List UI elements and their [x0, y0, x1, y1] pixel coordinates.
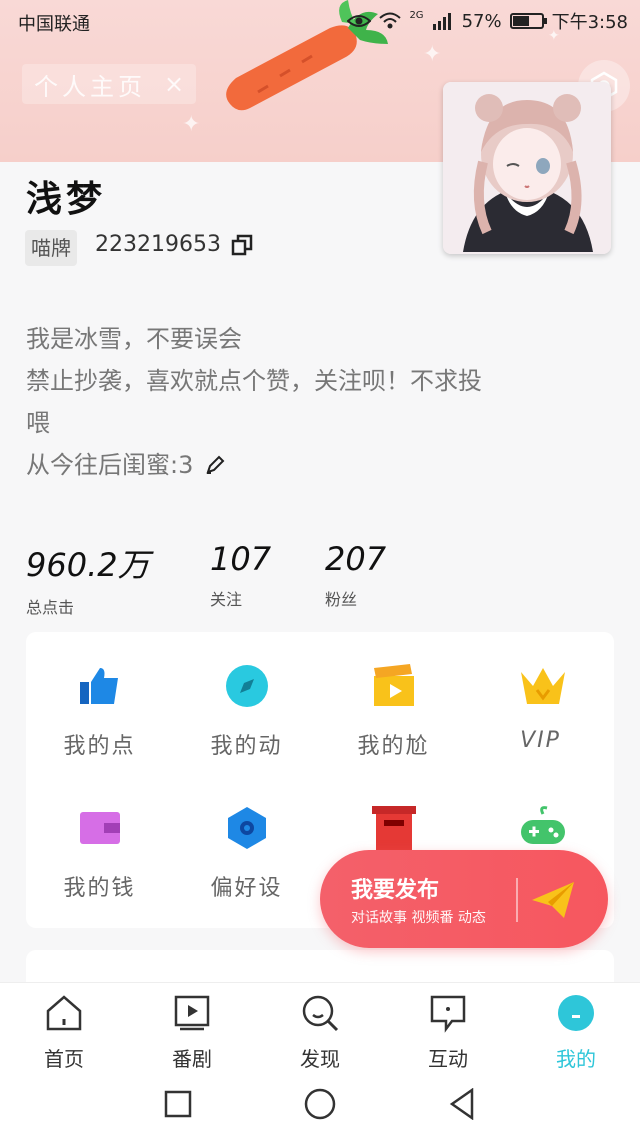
stat-value: 207 [325, 540, 387, 578]
publish-title: 我要发布 [351, 878, 440, 903]
publish-button[interactable]: 我要发布 对话故事 视频番 动态 [320, 850, 608, 948]
sparkle-icon: ✦ [423, 42, 442, 67]
home-icon [46, 995, 82, 1031]
stat-label: 粉丝 [325, 590, 358, 609]
tool-label: 我的动 [210, 734, 283, 759]
bio-line: 喂 [26, 409, 50, 437]
stat-followers[interactable]: 207 粉丝 [325, 540, 386, 610]
tool-preferences[interactable]: 偏好设 [173, 774, 320, 904]
tool-my-wallet[interactable]: 我的钱 [26, 774, 173, 904]
gamepad-icon [519, 806, 565, 850]
system-nav-bar [0, 1070, 640, 1138]
stat-value: 960.2万 [26, 546, 150, 584]
tab-label: 我的 [556, 1047, 596, 1071]
stat-label: 关注 [210, 590, 243, 609]
tool-label: 我的钱 [63, 876, 136, 901]
mailbox-icon [371, 806, 416, 850]
page-title-chip[interactable]: 个人主页 × [22, 64, 197, 104]
thumbs-up-icon [78, 664, 122, 708]
eye-icon [347, 15, 372, 27]
bio-line-text: 从今往后闺蜜:3 [26, 451, 194, 479]
hexagon-settings-icon [225, 806, 269, 850]
badge-label: 喵牌 [25, 230, 77, 266]
battery-icon [509, 13, 547, 29]
tool-my-likes[interactable]: 我的点 [26, 632, 173, 762]
stat-value: 107 [210, 540, 272, 578]
wallet-icon [78, 806, 122, 850]
bio-line: 禁止抄袭，喜欢就点个赞，关注呗！不求投 [26, 367, 482, 395]
tab-label: 首页 [44, 1047, 84, 1071]
edit-icon[interactable] [205, 455, 225, 475]
paper-plane-icon [532, 882, 574, 918]
wifi-icon [379, 12, 402, 29]
close-icon[interactable]: × [164, 70, 184, 98]
tab-interact[interactable]: 互动 [398, 993, 498, 1072]
stats-row: 960.2万 总点击 107 关注 207 粉丝 [26, 540, 586, 620]
page-title: 个人主页 [34, 72, 146, 101]
sparkle-icon: ✦ [182, 112, 201, 137]
signal-icon [432, 13, 451, 30]
tab-mine[interactable]: 我的 [526, 993, 626, 1072]
bio-line: 我是冰雪，不要误会 [26, 325, 242, 353]
tab-discover[interactable]: 发现 [270, 993, 370, 1072]
tab-home[interactable]: 首页 [14, 993, 114, 1072]
carrier-name: 中国联通 [18, 14, 90, 35]
status-bar: 中国联通 2G 57% 下午3:58 [0, 0, 640, 44]
tool-my-videos[interactable]: 我的尬 [320, 632, 467, 762]
play-screen-icon [174, 995, 210, 1031]
bio-line: 从今往后闺蜜:3 [26, 444, 616, 486]
network-type: 2G [409, 9, 424, 21]
message-icon [430, 995, 466, 1033]
crown-icon [519, 664, 565, 708]
divider [516, 878, 518, 922]
tab-label: 互动 [428, 1047, 468, 1071]
tab-anime[interactable]: 番剧 [142, 993, 242, 1072]
bottom-tab-bar: 首页 番剧 发现 互动 我的 [0, 982, 640, 1071]
tool-vip[interactable]: VIP [467, 632, 614, 762]
publish-subtitle: 对话故事 视频番 动态 [351, 910, 486, 926]
compass-icon [225, 664, 269, 708]
stat-label: 总点击 [26, 598, 75, 617]
tool-my-moments[interactable]: 我的动 [173, 632, 320, 762]
uid-row: 223219653 [95, 232, 253, 257]
avatar[interactable] [443, 82, 611, 254]
clapperboard-icon [372, 664, 416, 708]
bio: 我是冰雪，不要误会 禁止抄袭，喜欢就点个赞，关注呗！不求投 喂 从今往后闺蜜:3 [26, 318, 616, 486]
tool-label: 偏好设 [210, 876, 283, 901]
stat-following[interactable]: 107 关注 [210, 540, 271, 610]
home-button-icon[interactable] [304, 1088, 336, 1120]
tool-label: 我的尬 [357, 734, 430, 759]
discover-search-icon [302, 995, 339, 1032]
tab-label: 番剧 [172, 1047, 212, 1071]
tool-label: 我的点 [63, 734, 136, 759]
recent-apps-icon[interactable] [164, 1090, 192, 1118]
clock: 下午3:58 [551, 12, 628, 33]
copy-icon[interactable] [231, 234, 253, 256]
username: 浅梦 [26, 179, 107, 220]
uid-number: 223219653 [95, 232, 221, 257]
profile-icon [558, 995, 594, 1031]
tab-label: 发现 [300, 1047, 340, 1071]
stat-total-clicks[interactable]: 960.2万 总点击 [26, 540, 150, 618]
avatar-illustration [443, 82, 611, 254]
back-icon[interactable] [448, 1088, 476, 1120]
battery-percent: 57% [461, 10, 502, 32]
tool-label: VIP [520, 728, 561, 753]
